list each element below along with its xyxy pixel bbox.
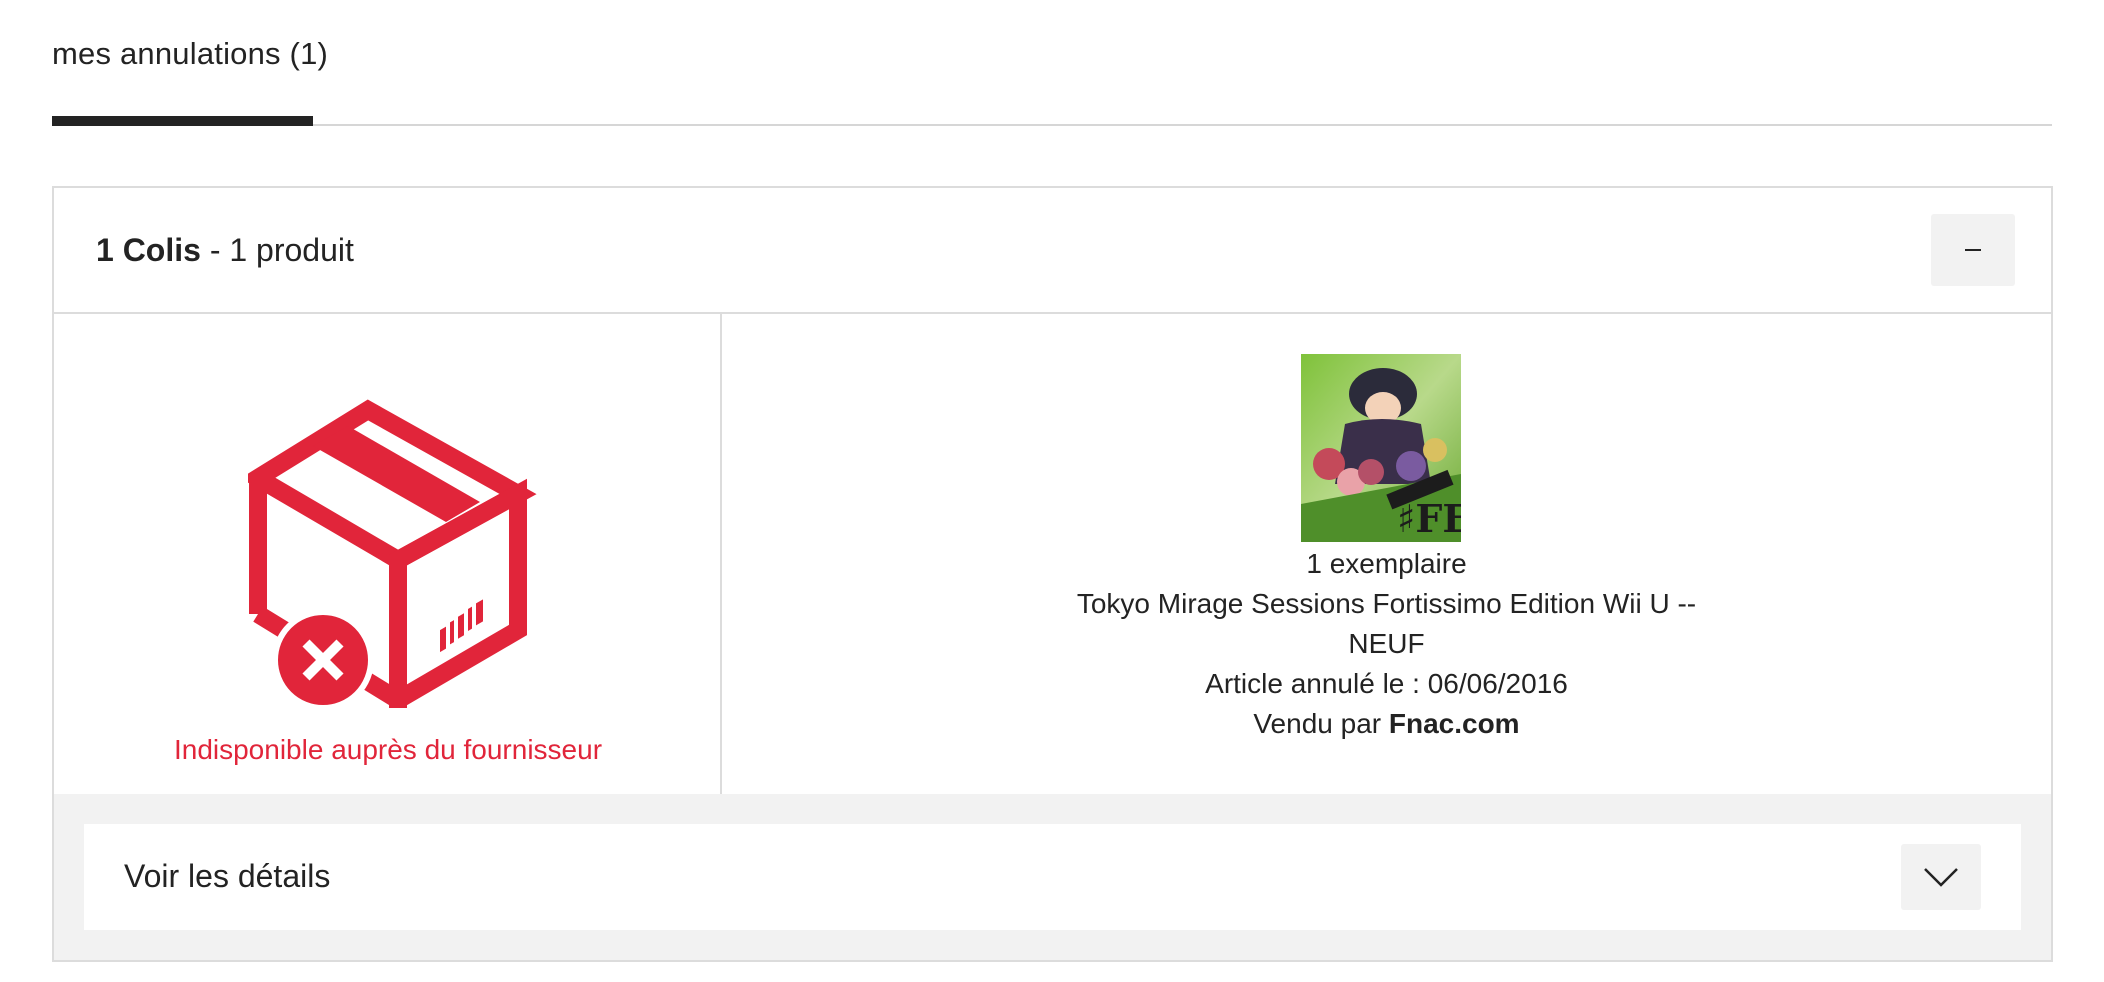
- details-toggle[interactable]: Voir les détails: [84, 824, 2021, 930]
- collapse-button[interactable]: [1931, 214, 2015, 286]
- active-tab-indicator: [52, 116, 313, 126]
- package-title: 1 Colis - 1 produit: [96, 232, 354, 269]
- product-column: ♯FE 1 exemplaire Tokyo Mirage Sessions F…: [722, 314, 2051, 794]
- package-body: Indisponible auprès du fournisseur ♯FE 1…: [54, 314, 2051, 794]
- minus-icon: [1965, 249, 1981, 251]
- cancel-date: Article annulé le : 06/06/2016: [1205, 668, 1568, 699]
- package-count: 1 Colis: [96, 232, 201, 268]
- seller-line: Vendu par Fnac.com: [722, 704, 2051, 744]
- title-separator: -: [200, 232, 230, 268]
- product-name[interactable]: Tokyo Mirage Sessions Fortissimo Edition…: [1067, 584, 1707, 664]
- package-cancelled-icon: [248, 399, 537, 708]
- package-footer: Voir les détails: [54, 794, 2051, 960]
- tab-label: mes annulations (1): [52, 36, 329, 71]
- product-quantity: 1 exemplaire: [1306, 548, 1467, 579]
- seller-name: Fnac.com: [1388, 708, 1520, 739]
- product-info: 1 exemplaire Tokyo Mirage Sessions Forti…: [722, 544, 2051, 744]
- expand-button[interactable]: [1901, 844, 1981, 910]
- product-count: 1 produit: [229, 232, 354, 268]
- status-column: Indisponible auprès du fournisseur: [54, 314, 722, 794]
- status-text: Indisponible auprès du fournisseur: [173, 734, 603, 765]
- package-header: 1 Colis - 1 produit: [54, 188, 2051, 314]
- details-label: Voir les détails: [124, 858, 331, 894]
- product-cover-image[interactable]: ♯FE: [1301, 354, 1461, 542]
- sold-by-prefix: Vendu par: [1253, 708, 1389, 739]
- tabs-bar: mes annulations (1): [52, 0, 2052, 126]
- package-card: 1 Colis - 1 produit Indisponible auprès …: [52, 186, 2053, 962]
- tab-cancellations[interactable]: mes annulations (1): [52, 36, 329, 126]
- chevron-down-icon: [1924, 868, 1958, 887]
- cover-logo: ♯FE: [1397, 496, 1461, 541]
